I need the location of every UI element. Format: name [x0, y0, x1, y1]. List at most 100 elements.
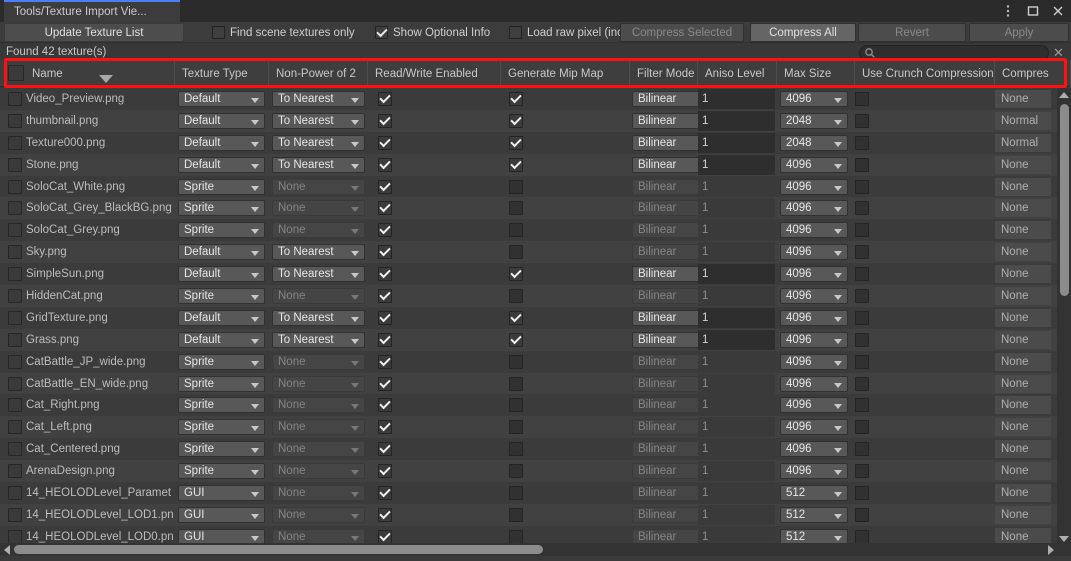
compress-all-button[interactable]: Compress All: [750, 23, 856, 42]
aniso-level-field[interactable]: 1: [698, 132, 775, 153]
aniso-level-field[interactable]: 1: [698, 504, 775, 525]
update-texture-list-button[interactable]: Update Texture List: [4, 23, 184, 42]
use-crunch-compression-checkbox[interactable]: [855, 223, 869, 238]
chevron-up-icon[interactable]: [1057, 88, 1071, 101]
table-row[interactable]: CatBattle_JP_wide.png Sprite None Bilinear 1…: [0, 350, 1071, 373]
texture-type-dropdown[interactable]: Default: [178, 331, 265, 348]
read-write-enabled-checkbox[interactable]: [378, 113, 392, 128]
texture-type-dropdown[interactable]: Sprite: [178, 463, 265, 480]
max-size-dropdown[interactable]: 4096: [780, 397, 848, 414]
read-write-enabled-checkbox[interactable]: [378, 135, 392, 150]
read-write-enabled-checkbox[interactable]: [378, 420, 392, 435]
column-header-mipmap[interactable]: Generate Mip Map: [501, 60, 630, 87]
column-header-name[interactable]: Name: [0, 60, 175, 87]
generate-mip-map-checkbox[interactable]: [509, 310, 523, 325]
search-input[interactable]: [876, 47, 1044, 59]
read-write-enabled-checkbox[interactable]: [378, 310, 392, 325]
column-header-aniso[interactable]: Aniso Level: [698, 60, 777, 87]
row-select-checkbox[interactable]: [8, 289, 22, 304]
row-select-checkbox[interactable]: [8, 398, 22, 413]
table-row[interactable]: SoloCat_Grey.png Sprite None Bilinear 1 4096 N…: [0, 219, 1071, 242]
vertical-scrollbar[interactable]: [1057, 88, 1071, 545]
aniso-level-field[interactable]: 1: [698, 417, 775, 438]
aniso-level-field[interactable]: 1: [698, 439, 775, 460]
texture-type-dropdown[interactable]: Sprite: [178, 288, 265, 305]
non-power-of-2-dropdown[interactable]: None: [272, 463, 365, 480]
texture-table-body[interactable]: Video_Preview.png Default To Nearest Biline…: [0, 88, 1071, 545]
aniso-level-field[interactable]: 1: [698, 286, 775, 307]
read-write-enabled-checkbox[interactable]: [378, 464, 392, 479]
max-size-dropdown[interactable]: 4096: [780, 91, 848, 107]
table-row[interactable]: Stone.png Default To Nearest Bilinear 1 4096 N…: [0, 153, 1071, 176]
non-power-of-2-dropdown[interactable]: None: [272, 485, 365, 502]
generate-mip-map-checkbox[interactable]: [509, 201, 523, 216]
table-row[interactable]: Video_Preview.png Default To Nearest Biline…: [0, 88, 1071, 110]
aniso-level-field[interactable]: 1: [698, 220, 775, 241]
table-row[interactable]: SoloCat_Grey_BlackBG.png Sprite None Biline…: [0, 197, 1071, 220]
non-power-of-2-dropdown[interactable]: None: [272, 288, 365, 305]
texture-type-dropdown[interactable]: Default: [178, 112, 265, 129]
generate-mip-map-checkbox[interactable]: [509, 486, 523, 501]
use-crunch-compression-checkbox[interactable]: [855, 92, 869, 106]
row-select-checkbox[interactable]: [8, 507, 22, 522]
generate-mip-map-checkbox[interactable]: [509, 420, 523, 435]
compression-value[interactable]: None: [995, 374, 1051, 393]
table-row[interactable]: Sky.png Default To Nearest Bilinear 1 4096 Non…: [0, 241, 1071, 264]
table-row[interactable]: HiddenCat.png Sprite None Bilinear 1 4096 None…: [0, 285, 1071, 307]
non-power-of-2-dropdown[interactable]: None: [272, 506, 365, 523]
use-crunch-compression-checkbox[interactable]: [855, 332, 869, 347]
non-power-of-2-dropdown[interactable]: None: [272, 441, 365, 458]
chevron-down-icon[interactable]: [1057, 532, 1071, 545]
texture-type-dropdown[interactable]: Sprite: [178, 375, 265, 392]
generate-mip-map-checkbox[interactable]: [509, 464, 523, 479]
table-row[interactable]: SimpleSun.png Default To Nearest Bilinear 1 4…: [0, 263, 1071, 286]
generate-mip-map-checkbox[interactable]: [509, 113, 523, 128]
apply-button[interactable]: Apply: [969, 23, 1069, 42]
texture-type-dropdown[interactable]: GUI: [178, 506, 265, 523]
non-power-of-2-dropdown[interactable]: To Nearest: [272, 112, 365, 129]
read-write-enabled-checkbox[interactable]: [378, 354, 392, 369]
texture-type-dropdown[interactable]: Default: [178, 266, 265, 283]
aniso-level-field[interactable]: 1: [698, 329, 775, 350]
read-write-enabled-checkbox[interactable]: [378, 332, 392, 347]
close-icon[interactable]: [1051, 4, 1065, 18]
max-size-dropdown[interactable]: 512: [780, 506, 848, 523]
generate-mip-map-checkbox[interactable]: [509, 267, 523, 282]
read-write-enabled-checkbox[interactable]: [378, 179, 392, 194]
compression-value[interactable]: None: [995, 308, 1051, 327]
use-crunch-compression-checkbox[interactable]: [855, 507, 869, 522]
use-crunch-compression-checkbox[interactable]: [855, 201, 869, 216]
use-crunch-compression-checkbox[interactable]: [855, 398, 869, 413]
use-crunch-compression-checkbox[interactable]: [855, 420, 869, 435]
compression-value[interactable]: None: [995, 90, 1051, 108]
read-write-enabled-checkbox[interactable]: [378, 92, 392, 106]
use-crunch-compression-checkbox[interactable]: [855, 245, 869, 260]
column-header-npot[interactable]: Non-Power of 2: [269, 60, 368, 87]
vertical-scrollbar-thumb[interactable]: [1060, 104, 1069, 296]
row-select-checkbox[interactable]: [8, 310, 22, 325]
non-power-of-2-dropdown[interactable]: None: [272, 353, 365, 370]
read-write-enabled-checkbox[interactable]: [378, 376, 392, 391]
max-size-dropdown[interactable]: 4096: [780, 353, 848, 370]
column-header-compression[interactable]: Compres: [995, 60, 1071, 87]
generate-mip-map-checkbox[interactable]: [509, 92, 523, 106]
read-write-enabled-checkbox[interactable]: [378, 267, 392, 282]
row-select-checkbox[interactable]: [8, 420, 22, 435]
generate-mip-map-checkbox[interactable]: [509, 332, 523, 347]
use-crunch-compression-checkbox[interactable]: [855, 179, 869, 194]
search-clear-icon[interactable]: ✕: [1052, 46, 1065, 60]
aniso-level-field[interactable]: 1: [698, 483, 775, 504]
row-select-checkbox[interactable]: [8, 464, 22, 479]
texture-type-dropdown[interactable]: Sprite: [178, 353, 265, 370]
table-row[interactable]: SoloCat_White.png Sprite None Bilinear 1 4096…: [0, 175, 1071, 198]
compression-value[interactable]: None: [995, 243, 1051, 262]
texture-type-dropdown[interactable]: Sprite: [178, 397, 265, 414]
use-crunch-compression-checkbox[interactable]: [855, 113, 869, 128]
table-row[interactable]: GridTexture.png Default To Nearest Bilinear…: [0, 306, 1071, 329]
compression-value[interactable]: None: [995, 265, 1051, 284]
row-select-checkbox[interactable]: [8, 201, 22, 216]
max-size-dropdown[interactable]: 4096: [780, 419, 848, 436]
row-select-checkbox[interactable]: [8, 529, 22, 544]
row-select-checkbox[interactable]: [8, 486, 22, 501]
table-row[interactable]: Texture000.png Default To Nearest Bilinear 1…: [0, 131, 1071, 154]
